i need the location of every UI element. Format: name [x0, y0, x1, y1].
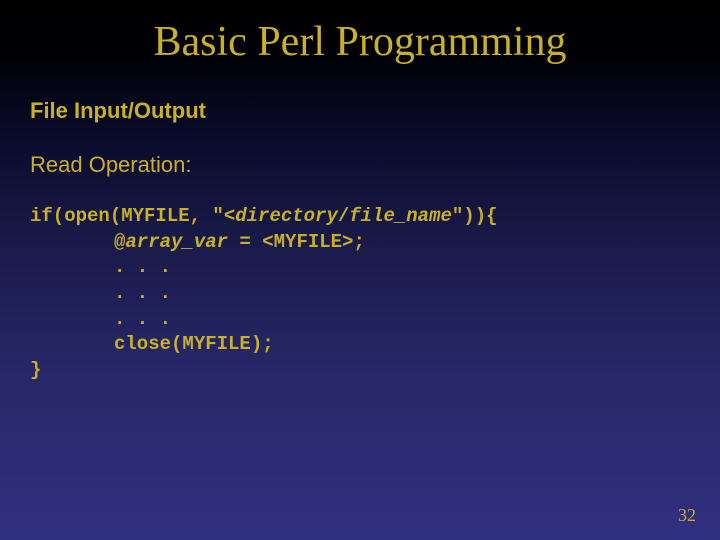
page-number: 32: [678, 505, 696, 526]
section-heading: File Input/Output: [30, 98, 720, 124]
code-line-1: if(open(MYFILE, "<directory/file_name"))…: [30, 205, 498, 227]
code-line-5: . . .: [114, 307, 720, 333]
code-block: if(open(MYFILE, "<directory/file_name"))…: [30, 204, 720, 383]
code-line-6: close(MYFILE);: [114, 332, 720, 358]
subsection-heading: Read Operation:: [30, 152, 720, 178]
code-line-4: . . .: [114, 281, 720, 307]
code-line-2: @array_var = <MYFILE>;: [114, 230, 720, 256]
slide: Basic Perl Programming File Input/Output…: [0, 0, 720, 540]
code-line-3: . . .: [114, 255, 720, 281]
slide-title: Basic Perl Programming: [0, 0, 720, 66]
code-line-7: }: [30, 359, 41, 381]
